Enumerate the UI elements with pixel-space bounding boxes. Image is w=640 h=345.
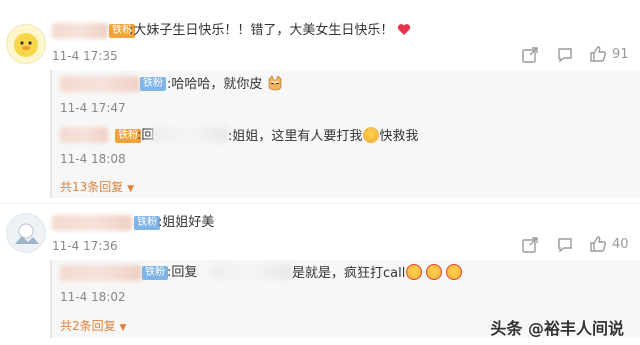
comment-icon[interactable] [556,46,574,68]
avatar[interactable] [6,213,46,253]
caret-down-icon: ▼ [119,323,127,333]
fan-badge: 铁粉 [140,77,166,91]
like-icon[interactable] [589,45,607,67]
reply-text-body: :姐姐，这里有人要打我 [228,129,363,144]
fan-badge: 铁粉 [134,216,160,230]
comment-time: 11-4 17:35 [52,49,118,63]
reply-text-body: :哈哈哈，就你皮 [167,77,263,92]
username-redacted[interactable] [60,265,142,281]
avatar[interactable] [6,24,46,64]
fan-badge: 铁粉 [142,266,168,280]
kiss-emoji-icon [406,264,423,280]
reply-text: 是就是，疯狂打call [292,264,463,283]
more-replies-link[interactable]: 共13条回复 ▼ [60,179,134,197]
comment-icon[interactable] [556,236,574,258]
duck-avatar-icon [14,33,38,57]
reply-time: 11-4 17:47 [60,101,126,115]
comment-text: :大妹子生日快乐！！错了，大美女生日快乐！ [129,22,411,42]
thread-line [50,260,52,338]
share-icon[interactable] [521,236,539,258]
share-icon[interactable] [521,46,539,68]
watermark: 头条 @裕丰人间说 [490,319,624,338]
reply-thread: 铁粉 :哈哈哈，就你皮 11-4 17:47 铁粉 :回 :姐姐，这里有人要打我… [50,70,640,198]
comment-text-body: :大妹子生日快乐！！错了，大美女生日快乐！ [129,23,394,38]
mention-redacted[interactable] [152,127,228,143]
like-icon[interactable] [589,235,607,257]
heart-icon [397,23,411,42]
reply-prefix: :回复 [167,265,198,280]
reply-text-body: 是就是，疯狂打call [292,266,406,281]
divider [0,203,640,204]
crying-emoji-icon [363,127,380,143]
more-replies-label: 共2条回复 [60,319,116,333]
kiss-emoji-icon [446,264,463,280]
username-redacted[interactable] [52,215,132,231]
reply-text: :哈哈哈，就你皮 [167,75,283,94]
reply-text: :姐姐，这里有人要打我 快救我 [228,127,418,146]
username-redacted[interactable] [60,76,140,92]
landscape-avatar-icon [7,214,45,252]
thread-line [50,70,52,198]
reply-text-suffix: 快救我 [379,129,419,144]
reply-time: 11-4 18:02 [60,290,126,304]
kiss-emoji-icon [426,264,443,280]
more-replies-link[interactable]: 共2条回复 ▼ [60,318,126,336]
cat-emoji-icon [268,75,281,91]
reply-time: 11-4 18:08 [60,152,126,166]
username-redacted[interactable] [52,23,108,39]
like-count: 91 [612,47,629,62]
caret-down-icon: ▼ [127,184,135,194]
mention-redacted[interactable] [210,264,292,280]
username-redacted[interactable] [60,127,108,143]
more-replies-label: 共13条回复 [60,180,124,194]
like-count: 40 [612,237,629,252]
comment-time: 11-4 17:36 [52,239,118,253]
comment-text: :姐姐好美 [158,215,215,230]
